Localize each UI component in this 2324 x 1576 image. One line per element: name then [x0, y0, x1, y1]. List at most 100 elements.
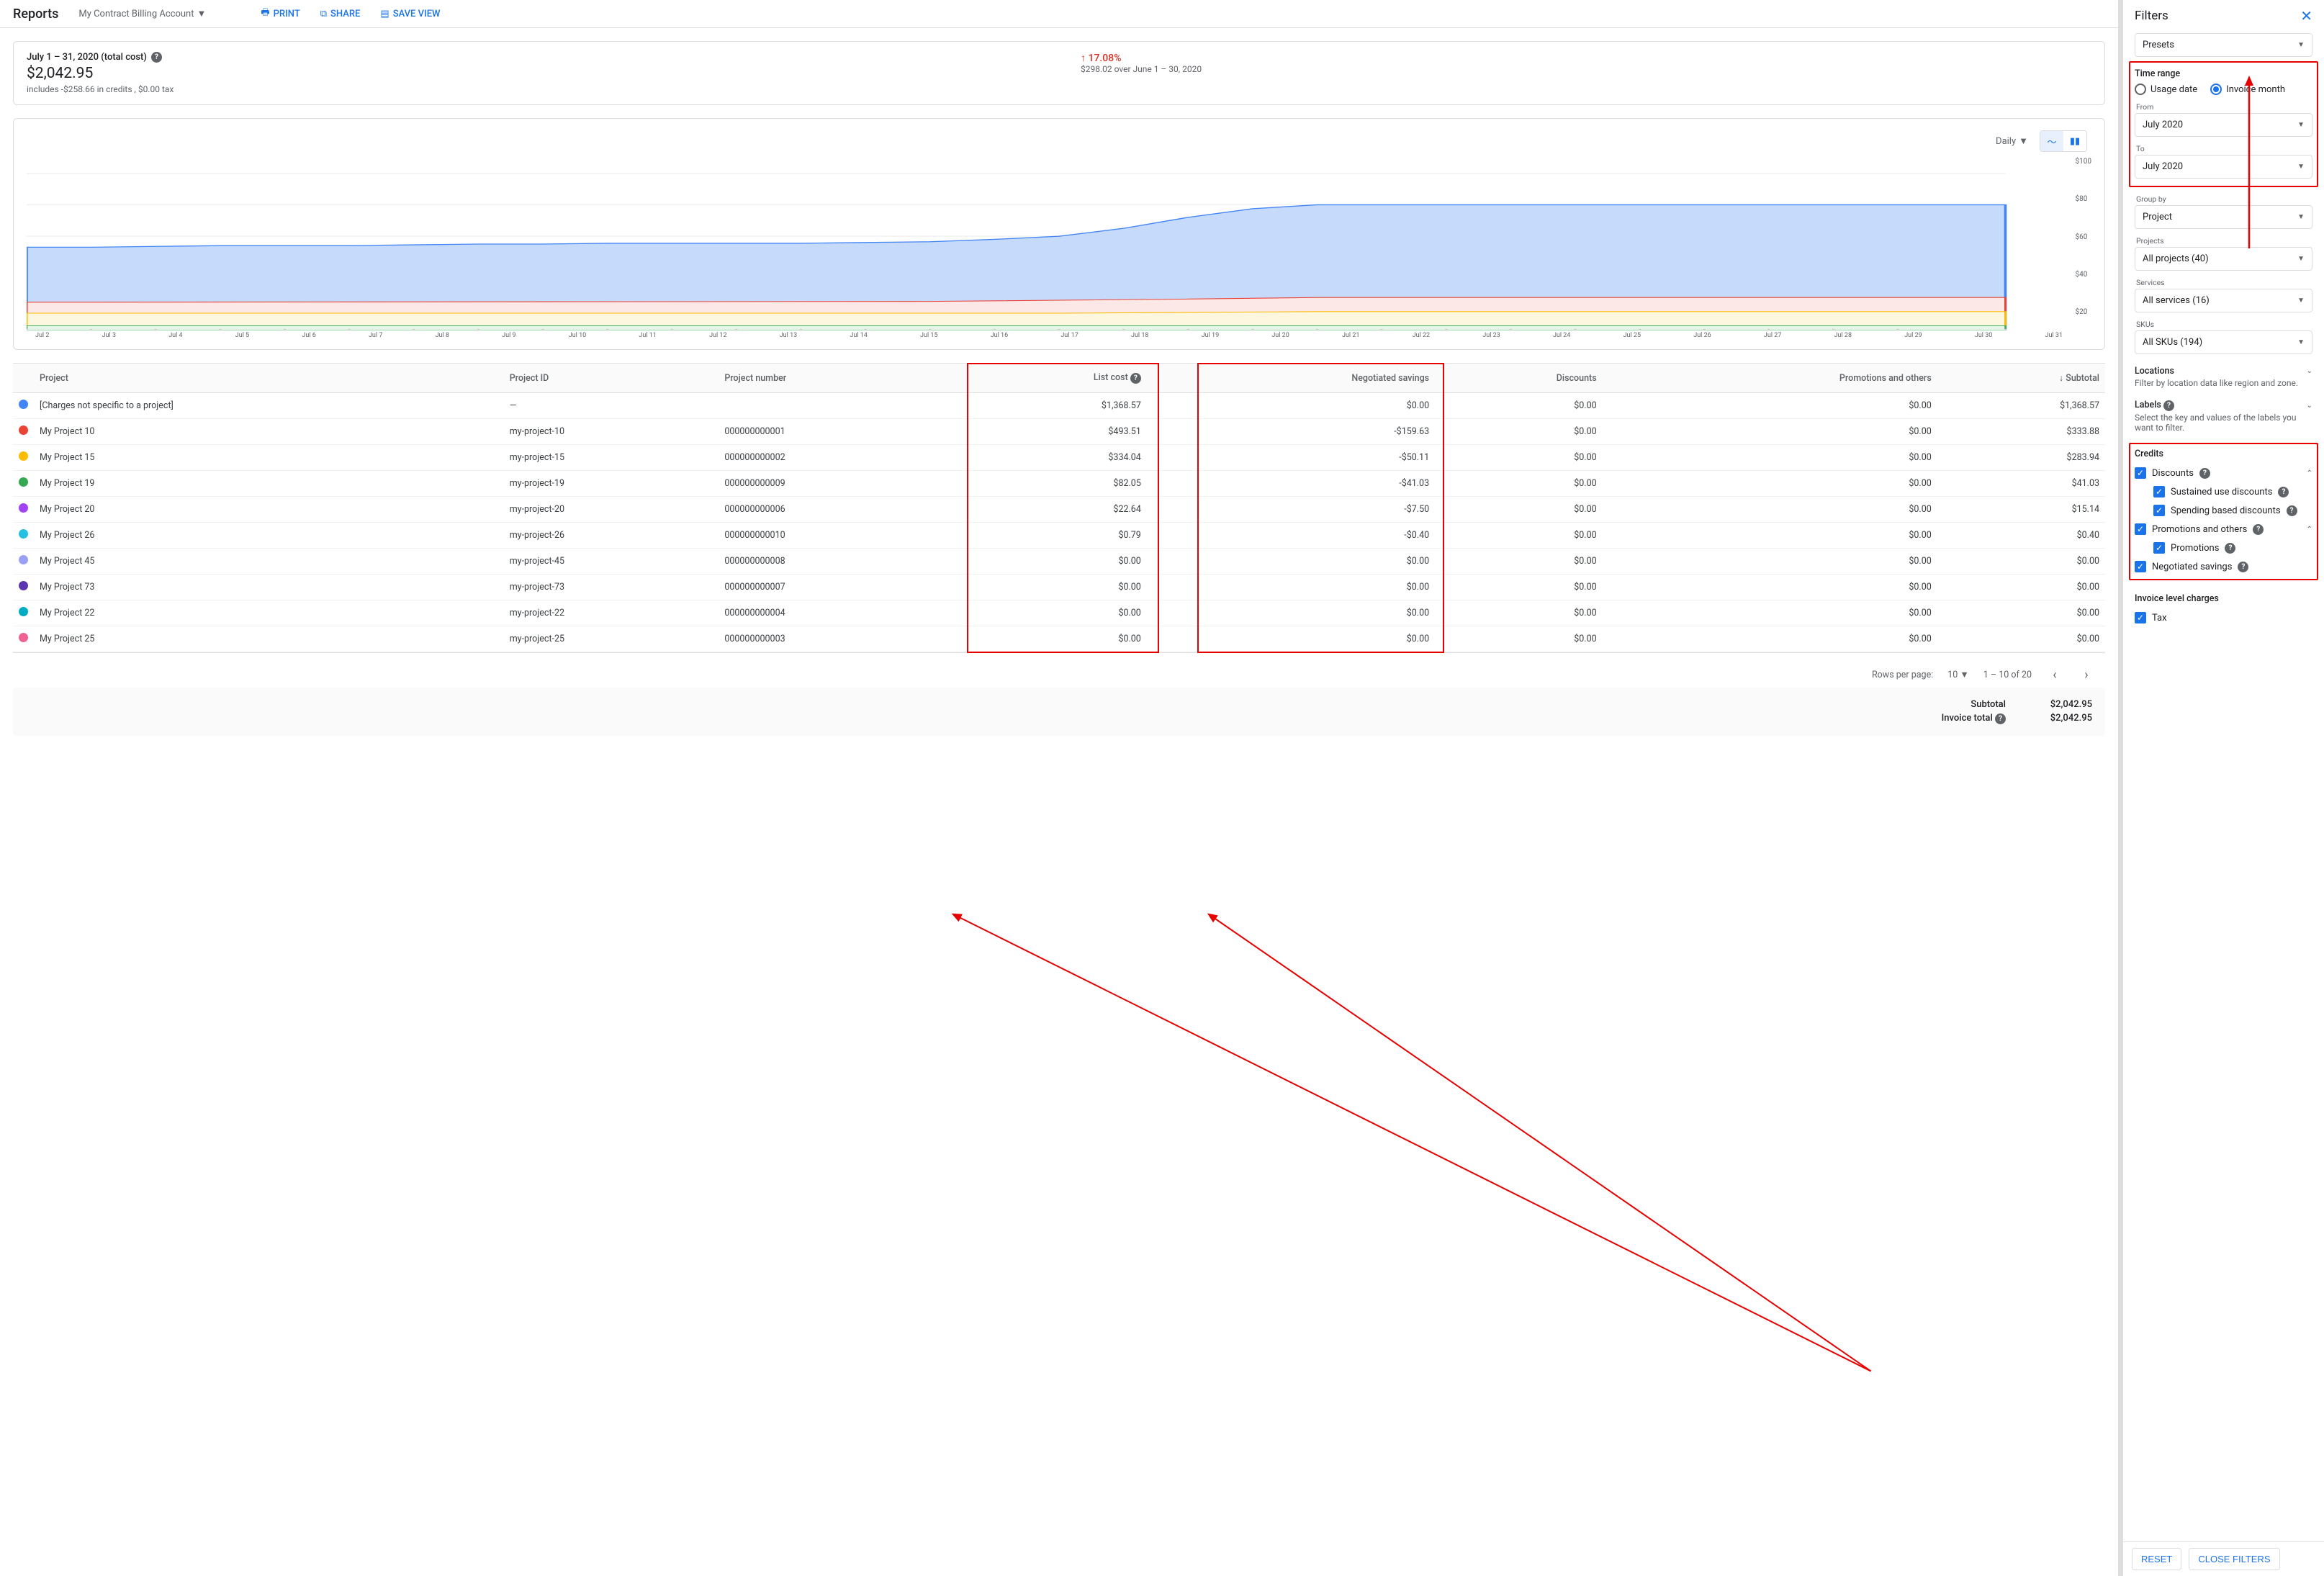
chevron-up-icon[interactable]: ⌃ — [2307, 469, 2312, 477]
table-row[interactable]: My Project 45 my-project-45 000000000008… — [13, 549, 2105, 575]
to-select[interactable]: July 2020▼ — [2135, 155, 2312, 179]
help-icon[interactable]: ? — [2199, 468, 2210, 479]
cell-project: My Project 20 — [34, 497, 504, 523]
pager-next[interactable]: › — [2078, 666, 2095, 683]
x-tick-label: Jul 29 — [1904, 332, 1922, 339]
cell-list-cost: $0.00 — [956, 626, 1147, 652]
time-range-title: Time range — [2135, 68, 2312, 79]
x-tick-label: Jul 21 — [1342, 332, 1359, 339]
chart-y-axis: $100$80$60$40$20 — [2076, 158, 2091, 316]
help-icon[interactable]: ? — [2253, 524, 2264, 535]
x-tick-label: Jul 24 — [1553, 332, 1570, 339]
line-chart-icon[interactable]: 〜 — [2040, 131, 2063, 151]
check-tax[interactable]: ✓Tax — [2135, 608, 2312, 627]
cell-project: [Charges not specific to a project] — [34, 393, 504, 419]
pager-prev[interactable]: ‹ — [2046, 666, 2063, 683]
content-scroll[interactable]: July 1 – 31, 2020 (total cost) ? $2,042.… — [0, 28, 2118, 1576]
trend-sub: $298.02 over June 1 – 30, 2020 — [1081, 64, 2091, 74]
chevron-up-icon[interactable]: ⌃ — [2307, 526, 2312, 533]
help-icon[interactable]: ? — [2287, 505, 2297, 516]
table-row[interactable]: My Project 22 my-project-22 000000000004… — [13, 600, 2105, 626]
table-row[interactable]: [Charges not specific to a project] — $1… — [13, 393, 2105, 419]
x-tick-label: Jul 15 — [920, 332, 937, 339]
help-icon[interactable]: ? — [1995, 713, 2006, 724]
cell-project-id: my-project-15 — [504, 445, 719, 471]
radio-usage-date[interactable]: Usage date — [2135, 84, 2197, 95]
col-project-number[interactable]: Project number — [719, 364, 956, 393]
caret-down-icon: ▼ — [2297, 213, 2305, 221]
services-select[interactable]: All services (16)▼ — [2135, 289, 2312, 312]
check-promotions-others[interactable]: ✓Promotions and others ? — [2135, 520, 2264, 539]
checkbox-icon: ✓ — [2135, 561, 2146, 572]
projects-select[interactable]: All projects (40)▼ — [2135, 247, 2312, 271]
labels-title[interactable]: Labels ? — [2135, 400, 2174, 411]
col-list-cost[interactable]: List cost ? — [956, 364, 1147, 393]
table-row[interactable]: My Project 20 my-project-20 000000000006… — [13, 497, 2105, 523]
billing-account-select[interactable]: My Contract Billing Account ▼ — [78, 8, 206, 19]
summary-total: $2,042.95 — [27, 65, 1037, 82]
table-row[interactable]: My Project 73 my-project-73 000000000007… — [13, 575, 2105, 600]
subtotal-label: Subtotal — [1971, 699, 2006, 710]
locations-title[interactable]: Locations — [2135, 366, 2174, 377]
reset-button[interactable]: RESET — [2132, 1548, 2181, 1570]
check-discounts[interactable]: ✓Discounts ? — [2135, 464, 2210, 482]
cost-table: Project Project ID Project number List c… — [13, 363, 2105, 653]
skus-select[interactable]: All SKUs (194)▼ — [2135, 330, 2312, 354]
cell-discounts: $0.00 — [1435, 549, 1603, 575]
table-row[interactable]: My Project 15 my-project-15 000000000002… — [13, 445, 2105, 471]
col-project[interactable]: Project — [34, 364, 504, 393]
help-icon[interactable]: ? — [2238, 562, 2248, 572]
check-promotions[interactable]: ✓Promotions ? — [2135, 539, 2312, 557]
chart-card: Daily ▼ 〜 ▮▮ — [13, 118, 2105, 350]
summary-range: July 1 – 31, 2020 (total cost) ? — [27, 52, 1037, 63]
rows-per-page-select[interactable]: 10 ▼ — [1947, 670, 1969, 680]
chevron-down-icon[interactable]: ⌄ — [2307, 402, 2312, 410]
chevron-down-icon[interactable]: ⌄ — [2307, 367, 2312, 375]
table-row[interactable]: My Project 25 my-project-25 000000000003… — [13, 626, 2105, 652]
print-button[interactable]: 🖶PRINT — [261, 6, 299, 22]
bar-chart-icon[interactable]: ▮▮ — [2063, 131, 2086, 151]
cell-promotions: $0.00 — [1603, 445, 1937, 471]
help-icon[interactable]: ? — [2278, 487, 2289, 497]
x-tick-label: Jul 28 — [1834, 332, 1852, 339]
cell-project-number: 000000000001 — [719, 419, 956, 445]
x-tick-label: Jul 26 — [1693, 332, 1711, 339]
table-row[interactable]: My Project 10 my-project-10 000000000001… — [13, 419, 2105, 445]
close-filters-button[interactable]: CLOSE FILTERS — [2189, 1548, 2279, 1570]
x-tick-label: Jul 11 — [639, 332, 656, 339]
cell-promotions: $0.00 — [1603, 419, 1937, 445]
cell-negotiated-savings: $0.00 — [1147, 626, 1435, 652]
table-row[interactable]: My Project 19 my-project-19 000000000009… — [13, 471, 2105, 497]
chart-granularity[interactable]: Daily ▼ — [1996, 135, 2028, 147]
table-row[interactable]: My Project 26 my-project-26 000000000010… — [13, 523, 2105, 549]
col-negotiated-savings[interactable]: Negotiated savings — [1147, 364, 1435, 393]
chart-type-toggle: 〜 ▮▮ — [2040, 130, 2087, 152]
col-subtotal[interactable]: ↓ Subtotal — [1937, 364, 2105, 393]
print-icon: 🖶 — [261, 6, 269, 22]
col-project-id[interactable]: Project ID — [504, 364, 719, 393]
groupby-select[interactable]: Project▼ — [2135, 205, 2312, 229]
col-discounts[interactable]: Discounts — [1435, 364, 1603, 393]
presets-select[interactable]: Presets▼ — [2135, 33, 2312, 57]
cell-promotions: $0.00 — [1603, 471, 1937, 497]
check-spending[interactable]: ✓Spending based discounts ? — [2135, 501, 2312, 520]
save-view-button[interactable]: ▤SAVE VIEW — [380, 9, 440, 19]
close-icon[interactable]: ✕ — [2300, 7, 2312, 24]
help-icon[interactable]: ? — [2225, 543, 2235, 554]
x-tick-label: Jul 7 — [369, 332, 382, 339]
help-icon[interactable]: ? — [151, 52, 162, 63]
share-button[interactable]: ⧉SHARE — [320, 9, 361, 19]
cell-subtotal: $0.40 — [1937, 523, 2105, 549]
radio-invoice-month[interactable]: Invoice month — [2210, 84, 2285, 95]
series-color-dot — [19, 633, 28, 642]
col-promotions[interactable]: Promotions and others — [1603, 364, 1937, 393]
caret-down-icon: ▼ — [2297, 41, 2305, 49]
help-icon[interactable]: ? — [1130, 373, 1141, 384]
subtotal-value: $2,042.95 — [2035, 699, 2092, 710]
check-sustained[interactable]: ✓Sustained use discounts ? — [2135, 482, 2312, 501]
cell-promotions: $0.00 — [1603, 626, 1937, 652]
filters-panel: Filters ✕ Presets▼ Time range Usage date… — [2122, 0, 2324, 1576]
from-select[interactable]: July 2020▼ — [2135, 113, 2312, 137]
check-negotiated-savings[interactable]: ✓Negotiated savings ? — [2135, 557, 2312, 576]
help-icon[interactable]: ? — [2163, 400, 2174, 411]
